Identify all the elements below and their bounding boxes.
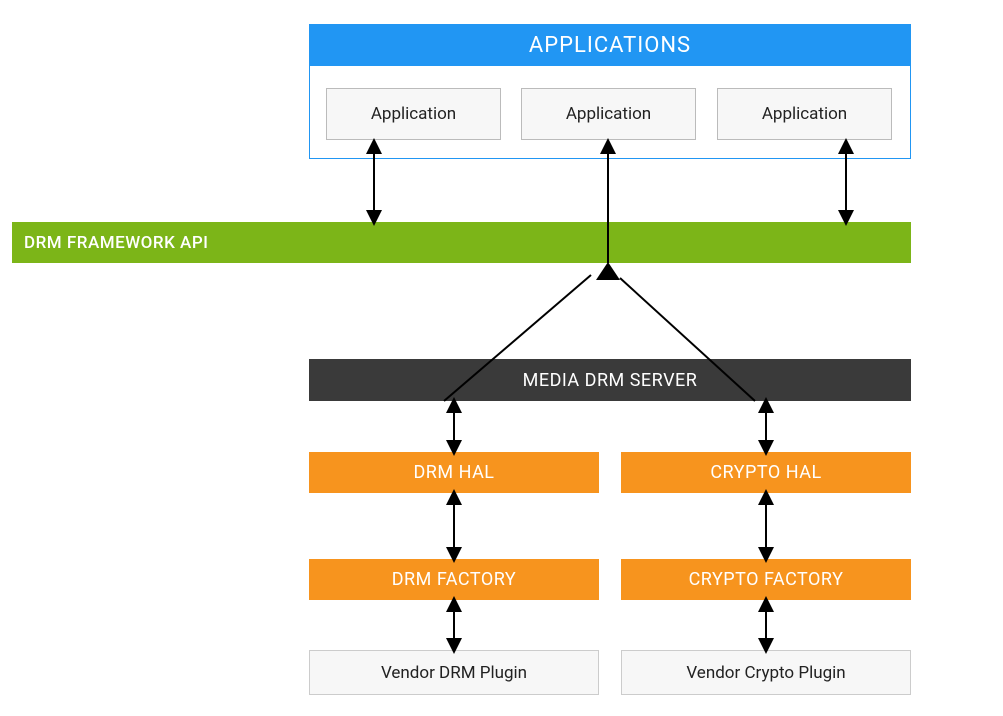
drm-architecture-diagram: APPLICATIONS Application Application App…: [0, 0, 1003, 716]
application-box-3: Application: [717, 88, 892, 140]
vendor-crypto-plugin-box: Vendor Crypto Plugin: [621, 650, 911, 695]
application-box-1: Application: [326, 88, 501, 140]
drm-framework-api-bar: DRM FRAMEWORK API: [12, 222, 911, 263]
drm-factory-box: DRM FACTORY: [309, 559, 599, 600]
crypto-hal-box: CRYPTO HAL: [621, 452, 911, 493]
vendor-drm-plugin-box: Vendor DRM Plugin: [309, 650, 599, 695]
big-arrowhead-up: [596, 262, 620, 280]
drm-hal-box: DRM HAL: [309, 452, 599, 493]
application-box-2: Application: [521, 88, 696, 140]
media-drm-server-box: MEDIA DRM SERVER: [309, 359, 911, 401]
applications-header: APPLICATIONS: [309, 24, 911, 66]
crypto-factory-box: CRYPTO FACTORY: [621, 559, 911, 600]
